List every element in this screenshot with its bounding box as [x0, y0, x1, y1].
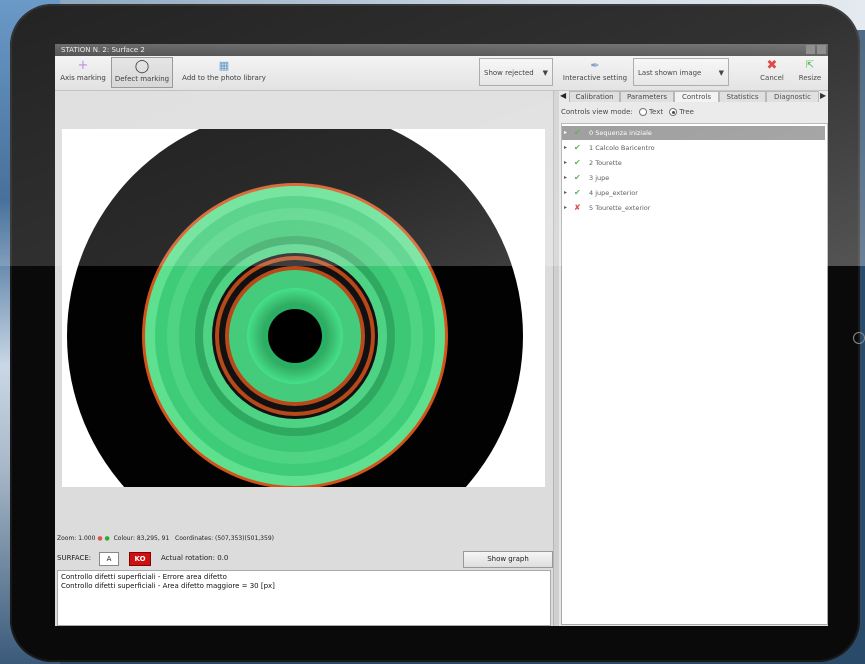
toolbar: + Axis marking ◯ Defect marking ▦ Add to…	[55, 56, 828, 91]
image-pane: Zoom: 1.000 ● ● Colour: 83,295, 91 Coord…	[55, 91, 553, 626]
tab-controls[interactable]: Controls	[674, 91, 719, 102]
text-option-label: Text	[648, 108, 664, 116]
circle-marker-icon: ◯	[134, 59, 150, 74]
close-icon[interactable]	[817, 45, 826, 54]
tree-option-label: Tree	[679, 108, 694, 116]
add-photo-label: Add to the photo library	[182, 74, 266, 82]
tab-bar: ◀ Calibration Parameters Controls Statis…	[559, 91, 828, 103]
defect-marking-button[interactable]: ◯ Defect marking	[111, 57, 173, 88]
cancel-icon: ✖	[766, 58, 778, 73]
controls-tree: ▸ ✔ 0 Sequenza iniziale ▸ ✔ 1 Calcolo Ba…	[561, 123, 828, 625]
zoom-in-icon[interactable]: ●	[105, 535, 110, 542]
colour-readout: Colour: 83,295, 91	[113, 535, 170, 542]
wand-icon: ✒	[590, 59, 600, 72]
zoom-readout: Zoom: 1.000	[57, 535, 96, 542]
check-icon: ✔	[574, 143, 581, 152]
resize-label: Resize	[798, 74, 822, 82]
show-rejected-dropdown[interactable]: Show rejected ▼	[479, 58, 553, 86]
tree-item[interactable]: ▸ ✘ 5 Tourette_exterior	[562, 201, 825, 215]
tree-item[interactable]: ▸ ✔ 3 jupe	[562, 171, 825, 185]
tab-statistics[interactable]: Statistics	[719, 91, 766, 102]
check-icon: ✔	[574, 158, 581, 167]
cross-icon: ✘	[574, 203, 581, 212]
tree-item-label: 5 Tourette_exterior	[589, 204, 651, 212]
photo-library-icon: ▦	[218, 59, 230, 72]
check-icon: ✔	[574, 188, 581, 197]
expand-icon[interactable]: ▸	[564, 201, 567, 215]
interactive-setting-label: Interactive setting	[562, 74, 628, 82]
tree-item-label: 3 jupe	[589, 174, 610, 182]
expand-icon[interactable]: ▸	[564, 156, 567, 170]
status-line: Zoom: 1.000 ● ● Colour: 83,295, 91 Coord…	[57, 535, 274, 542]
crosshair-icon: +	[77, 58, 89, 73]
tab-scroll-left-icon[interactable]: ◀	[560, 91, 566, 100]
surface-value: A	[99, 552, 119, 566]
tree-item[interactable]: ▸ ✔ 0 Sequenza iniziale	[562, 126, 825, 140]
expand-icon[interactable]: ▸	[564, 126, 567, 140]
minimize-icon[interactable]	[806, 45, 815, 54]
title-bar: STATION N. 2: Surface 2	[55, 44, 828, 56]
tree-item-label: 4 jupe_exterior	[589, 189, 638, 197]
disc-image	[67, 129, 523, 487]
add-photo-button[interactable]: ▦ Add to the photo library	[175, 57, 273, 88]
check-icon: ✔	[574, 173, 581, 182]
log-line: Controllo difetti superficiali - Errore …	[61, 573, 227, 581]
surface-label: SURFACE:	[57, 554, 92, 562]
axis-marking-button[interactable]: + Axis marking	[57, 57, 109, 88]
surface-bar: SURFACE: A KO Actual rotation: 0.0 Show …	[57, 551, 553, 568]
expand-icon[interactable]: ▸	[564, 171, 567, 185]
expand-icon[interactable]: ▸	[564, 141, 567, 155]
zoom-out-icon[interactable]: ●	[97, 535, 102, 542]
resize-button[interactable]: ⇱ Resize	[793, 57, 827, 88]
cancel-button[interactable]: ✖ Cancel	[755, 57, 789, 88]
tree-item-label: 1 Calcolo Baricentro	[589, 144, 655, 152]
log-output: Controllo difetti superficiali - Errore …	[57, 570, 551, 626]
expand-icon[interactable]: ▸	[564, 186, 567, 200]
last-shown-image-label: Last shown image	[638, 69, 702, 77]
show-graph-button[interactable]: Show graph	[463, 551, 553, 568]
coordinates-readout: Coordinates: (507,353)(501,359)	[175, 535, 274, 542]
tab-parameters[interactable]: Parameters	[620, 91, 674, 102]
view-mode-label: Controls view mode:	[561, 108, 633, 116]
cancel-label: Cancel	[760, 74, 784, 82]
axis-marking-label: Axis marking	[60, 74, 106, 82]
check-icon: ✔	[574, 128, 581, 137]
window-title: STATION N. 2: Surface 2	[61, 46, 145, 54]
tree-item[interactable]: ▸ ✔ 4 jupe_exterior	[562, 186, 825, 200]
text-radio[interactable]	[638, 108, 647, 116]
dropdown-arrow-icon: ▼	[718, 69, 724, 77]
tree-item-label: 2 Tourette	[589, 159, 622, 167]
tab-calibration[interactable]: Calibration	[569, 91, 620, 102]
tree-item[interactable]: ▸ ✔ 1 Calcolo Baricentro	[562, 141, 825, 155]
last-shown-image-dropdown[interactable]: Last shown image ▼	[633, 58, 729, 86]
interactive-setting-button[interactable]: ✒ Interactive setting	[558, 57, 632, 88]
controls-pane: ◀ Calibration Parameters Controls Statis…	[559, 91, 828, 626]
tree-item[interactable]: ▸ ✔ 2 Tourette	[562, 156, 825, 170]
tab-diagnostic[interactable]: Diagnostic	[766, 91, 819, 102]
resize-icon: ⇱	[805, 60, 815, 71]
log-line: Controllo difetti superficiali - Area di…	[61, 582, 275, 590]
tree-radio[interactable]	[669, 108, 678, 116]
rotation-readout: Actual rotation: 0.0	[161, 554, 229, 562]
tree-item-label: 0 Sequenza iniziale	[589, 129, 652, 137]
app-window: STATION N. 2: Surface 2 + Axis marking ◯…	[55, 44, 828, 626]
home-button[interactable]	[853, 332, 865, 344]
show-rejected-label: Show rejected	[484, 69, 534, 77]
tab-scroll-right-icon[interactable]: ▶	[820, 91, 826, 100]
dropdown-arrow-icon: ▼	[542, 69, 548, 77]
result-badge: KO	[129, 552, 151, 566]
view-mode-selector: Controls view mode: Text Tree	[561, 108, 694, 116]
inspection-image[interactable]	[62, 129, 545, 487]
defect-marking-label: Defect marking	[114, 75, 170, 83]
